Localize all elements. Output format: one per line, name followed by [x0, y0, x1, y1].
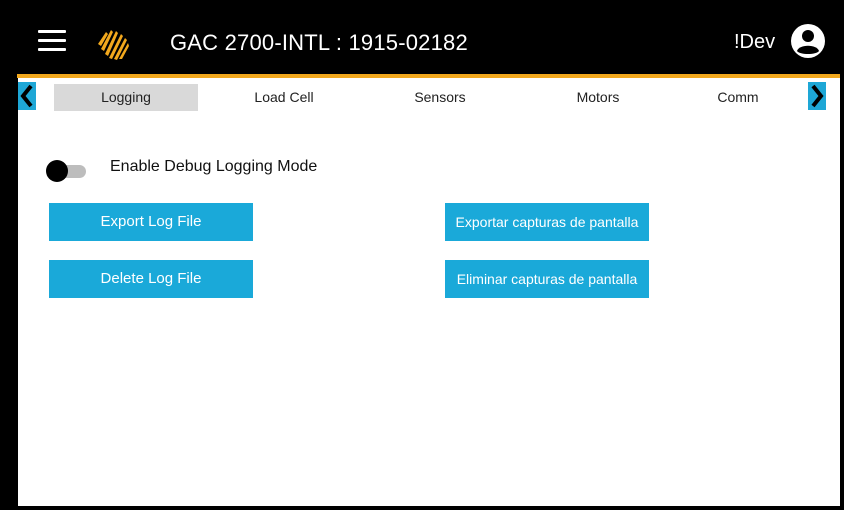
account-circle-icon[interactable] [790, 23, 826, 59]
export-screenshots-button[interactable]: Exportar capturas de pantalla [445, 203, 649, 241]
hamburger-menu-icon[interactable] [38, 30, 66, 52]
tab-comm[interactable]: Comm [666, 84, 810, 111]
delete-screenshots-button[interactable]: Eliminar capturas de pantalla [445, 260, 649, 298]
app-window: GAC 2700-INTL : 1915-02182 !Dev Logging … [14, 0, 840, 510]
app-header: GAC 2700-INTL : 1915-02182 !Dev [14, 0, 840, 74]
tab-logging[interactable]: Logging [54, 84, 198, 111]
tab-motors[interactable]: Motors [526, 84, 670, 111]
tab-bar: Logging Load Cell Sensors Motors Comm [18, 78, 840, 114]
gac-logo-icon [98, 30, 129, 60]
export-log-file-button[interactable]: Export Log File [49, 203, 253, 241]
toggle-thumb [46, 160, 68, 182]
delete-log-file-button[interactable]: Delete Log File [49, 260, 253, 298]
device-title: GAC 2700-INTL : 1915-02182 [170, 30, 468, 55]
tab-load-cell[interactable]: Load Cell [212, 84, 356, 111]
chevron-left-icon [20, 84, 33, 108]
debug-logging-toggle[interactable] [46, 160, 88, 182]
tab-scroll-left-button[interactable] [18, 82, 36, 110]
tab-scroll-right-button[interactable] [808, 82, 826, 110]
dev-mode-label: !Dev [734, 31, 776, 53]
chevron-right-icon [811, 84, 824, 108]
main-content: Logging Load Cell Sensors Motors Comm En… [18, 78, 840, 506]
debug-logging-label: Enable Debug Logging Mode [110, 158, 318, 175]
tab-sensors[interactable]: Sensors [368, 84, 512, 111]
